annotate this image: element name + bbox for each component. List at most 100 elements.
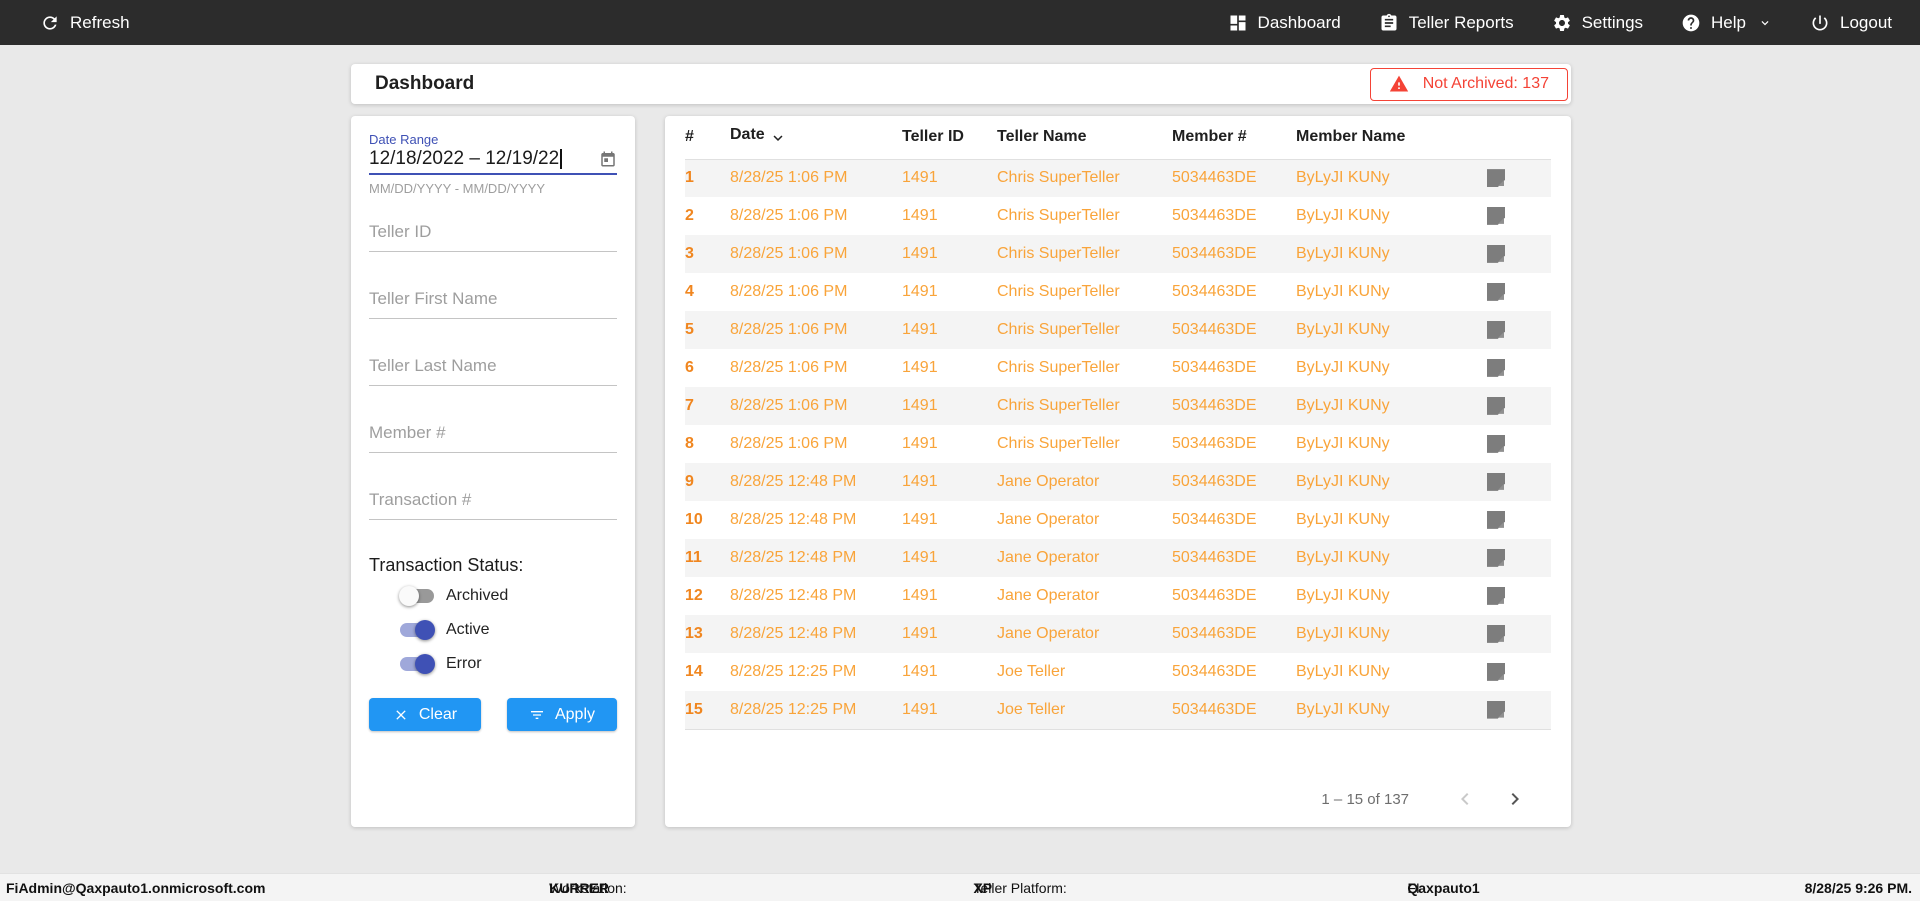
member-number-input[interactable] [369, 421, 617, 453]
teller-id-input[interactable] [369, 220, 617, 252]
cell-teller-name: Jane Operator [997, 473, 1100, 490]
cell-teller-name: Joe Teller [997, 700, 1066, 718]
cell-teller-id: 1491 [902, 397, 938, 414]
toggle-knob [415, 654, 435, 674]
table-row[interactable]: 5 8/28/25 1:06 PM 1491 Chris SuperTeller 503… [685, 311, 1551, 349]
table-row[interactable]: 14 8/28/25 12:25 PM 1491 Joe Teller 5034463D… [685, 653, 1551, 691]
cell-date: 8/28/25 1:06 PM [730, 169, 848, 187]
cell-num: 12 [685, 587, 703, 604]
col-header-date[interactable]: Date [730, 116, 902, 160]
cell-member-name: ByLyJI KUNy [1296, 511, 1390, 528]
cell-date: 8/28/25 12:48 PM [730, 549, 857, 566]
toggle-archived[interactable] [399, 586, 434, 606]
cell-num: 8 [685, 435, 694, 452]
date-range-field[interactable]: 12/18/2022 – 12/19/22 [369, 147, 617, 171]
cell-member-name: ByLyJI KUNy [1296, 169, 1390, 187]
cell-num: 13 [685, 625, 703, 642]
note-icon[interactable] [1487, 435, 1505, 453]
cell-teller-name: Chris SuperTeller [997, 245, 1120, 262]
table-row[interactable]: 12 8/28/25 12:48 PM 1491 Jane Operator 50344… [685, 577, 1551, 615]
nav-dashboard-label: Dashboard [1257, 12, 1341, 32]
note-icon[interactable] [1487, 549, 1505, 567]
date-range-value: 12/18/2022 – 12/19/22 [369, 148, 560, 169]
table-row[interactable]: 13 8/28/25 12:48 PM 1491 Jane Operator 50344… [685, 615, 1551, 653]
apply-button[interactable]: Apply [507, 698, 617, 731]
note-icon[interactable] [1487, 245, 1505, 263]
cell-date: 8/28/25 12:48 PM [730, 625, 857, 642]
chevron-down-icon [1758, 16, 1772, 30]
status-workstation: Workstation: KURRER [549, 879, 627, 896]
toggle-error[interactable] [400, 654, 435, 674]
not-archived-badge[interactable]: Not Archived: 137 [1369, 67, 1568, 101]
cell-member-num: 5034463DE [1172, 169, 1257, 187]
cell-teller-id: 1491 [902, 283, 938, 300]
table-row[interactable]: 8 8/28/25 1:06 PM 1491 Chris SuperTeller 503… [685, 425, 1551, 463]
table-row[interactable]: 6 8/28/25 1:06 PM 1491 Chris SuperTeller 503… [685, 349, 1551, 387]
note-icon[interactable] [1487, 321, 1505, 339]
toggle-knob [415, 620, 435, 640]
cell-actions [1453, 387, 1551, 425]
clear-button-label: Clear [418, 705, 458, 723]
cell-member-num: 5034463DE [1172, 321, 1257, 338]
note-icon[interactable] [1487, 625, 1505, 643]
cell-member-num: 5034463DE [1172, 625, 1257, 642]
calendar-icon[interactable] [599, 150, 617, 168]
nav-settings[interactable]: Settings [1552, 13, 1643, 33]
cell-member-num: 5034463DE [1172, 359, 1257, 376]
table-row[interactable]: 10 8/28/25 12:48 PM 1491 Jane Operator 50344… [685, 501, 1551, 539]
filter-panel: Date Range 12/18/2022 – 12/19/22 MM/DD/Y… [351, 116, 635, 827]
nav-logout[interactable]: Logout [1810, 13, 1892, 33]
cell-teller-name: Jane Operator [997, 511, 1100, 528]
cell-date: 8/28/25 1:06 PM [730, 283, 848, 300]
col-header-member-num: Member # [1172, 116, 1296, 160]
note-icon[interactable] [1487, 587, 1505, 605]
table-row[interactable]: 11 8/28/25 12:48 PM 1491 Jane Operator 50344… [685, 539, 1551, 577]
note-icon[interactable] [1487, 701, 1505, 719]
table-row[interactable]: 2 8/28/25 1:06 PM 1491 Chris SuperTeller 503… [685, 197, 1551, 235]
gear-icon [1552, 13, 1572, 33]
cell-actions [1453, 235, 1551, 273]
cell-date: 8/28/25 12:25 PM [730, 700, 857, 718]
teller-first-name-input[interactable] [369, 287, 617, 319]
clear-button[interactable]: Clear [369, 698, 481, 731]
cell-member-name: ByLyJI KUNy [1296, 397, 1390, 414]
table-row[interactable]: 9 8/28/25 12:48 PM 1491 Jane Operator 503446… [685, 463, 1551, 501]
cell-member-name: ByLyJI KUNy [1296, 359, 1390, 376]
nav-help[interactable]: Help [1681, 13, 1772, 33]
note-icon[interactable] [1487, 169, 1505, 187]
table-row[interactable]: 15 8/28/25 12:25 PM 1491 Joe Teller 5034463D… [685, 691, 1551, 729]
nav-dashboard[interactable]: Dashboard [1228, 13, 1341, 33]
cell-member-num: 5034463DE [1172, 663, 1257, 680]
cell-member-num: 5034463DE [1172, 549, 1257, 566]
refresh-label: Refresh [70, 12, 130, 32]
chevron-right-icon[interactable] [1503, 787, 1527, 811]
note-icon[interactable] [1487, 397, 1505, 415]
date-range-label: Date Range [369, 132, 439, 147]
note-icon[interactable] [1487, 511, 1505, 529]
table-row[interactable]: 4 8/28/25 1:06 PM 1491 Chris SuperTeller 503… [685, 273, 1551, 311]
toggle-active[interactable] [400, 620, 435, 640]
table-row[interactable]: 3 8/28/25 1:06 PM 1491 Chris SuperTeller 503… [685, 235, 1551, 273]
note-icon[interactable] [1487, 473, 1505, 491]
table-row[interactable]: 1 8/28/25 1:06 PM 1491 Chris SuperTeller 503… [685, 159, 1551, 197]
note-icon[interactable] [1487, 359, 1505, 377]
cell-num: 3 [685, 245, 694, 262]
note-icon[interactable] [1487, 207, 1505, 225]
cell-member-name: ByLyJI KUNy [1296, 207, 1390, 224]
note-icon[interactable] [1487, 283, 1505, 301]
table-row[interactable]: 7 8/28/25 1:06 PM 1491 Chris SuperTeller 503… [685, 387, 1551, 425]
refresh-button[interactable]: Refresh [40, 13, 130, 33]
chevron-left-icon[interactable] [1453, 787, 1477, 811]
cell-date: 8/28/25 1:06 PM [730, 321, 848, 338]
filter-actions: Clear Apply [369, 698, 617, 731]
transaction-number-input[interactable] [369, 488, 617, 520]
cell-teller-id: 1491 [902, 245, 938, 262]
cell-teller-name: Jane Operator [997, 587, 1100, 604]
not-archived-badge-label: Not Archived: 137 [1422, 75, 1549, 92]
note-icon[interactable] [1487, 663, 1505, 681]
teller-last-name-input[interactable] [369, 354, 617, 386]
nav-teller-reports[interactable]: Teller Reports [1379, 13, 1514, 33]
cell-date: 8/28/25 1:06 PM [730, 359, 848, 376]
cell-member-num: 5034463DE [1172, 207, 1257, 224]
cell-teller-id: 1491 [902, 207, 938, 224]
